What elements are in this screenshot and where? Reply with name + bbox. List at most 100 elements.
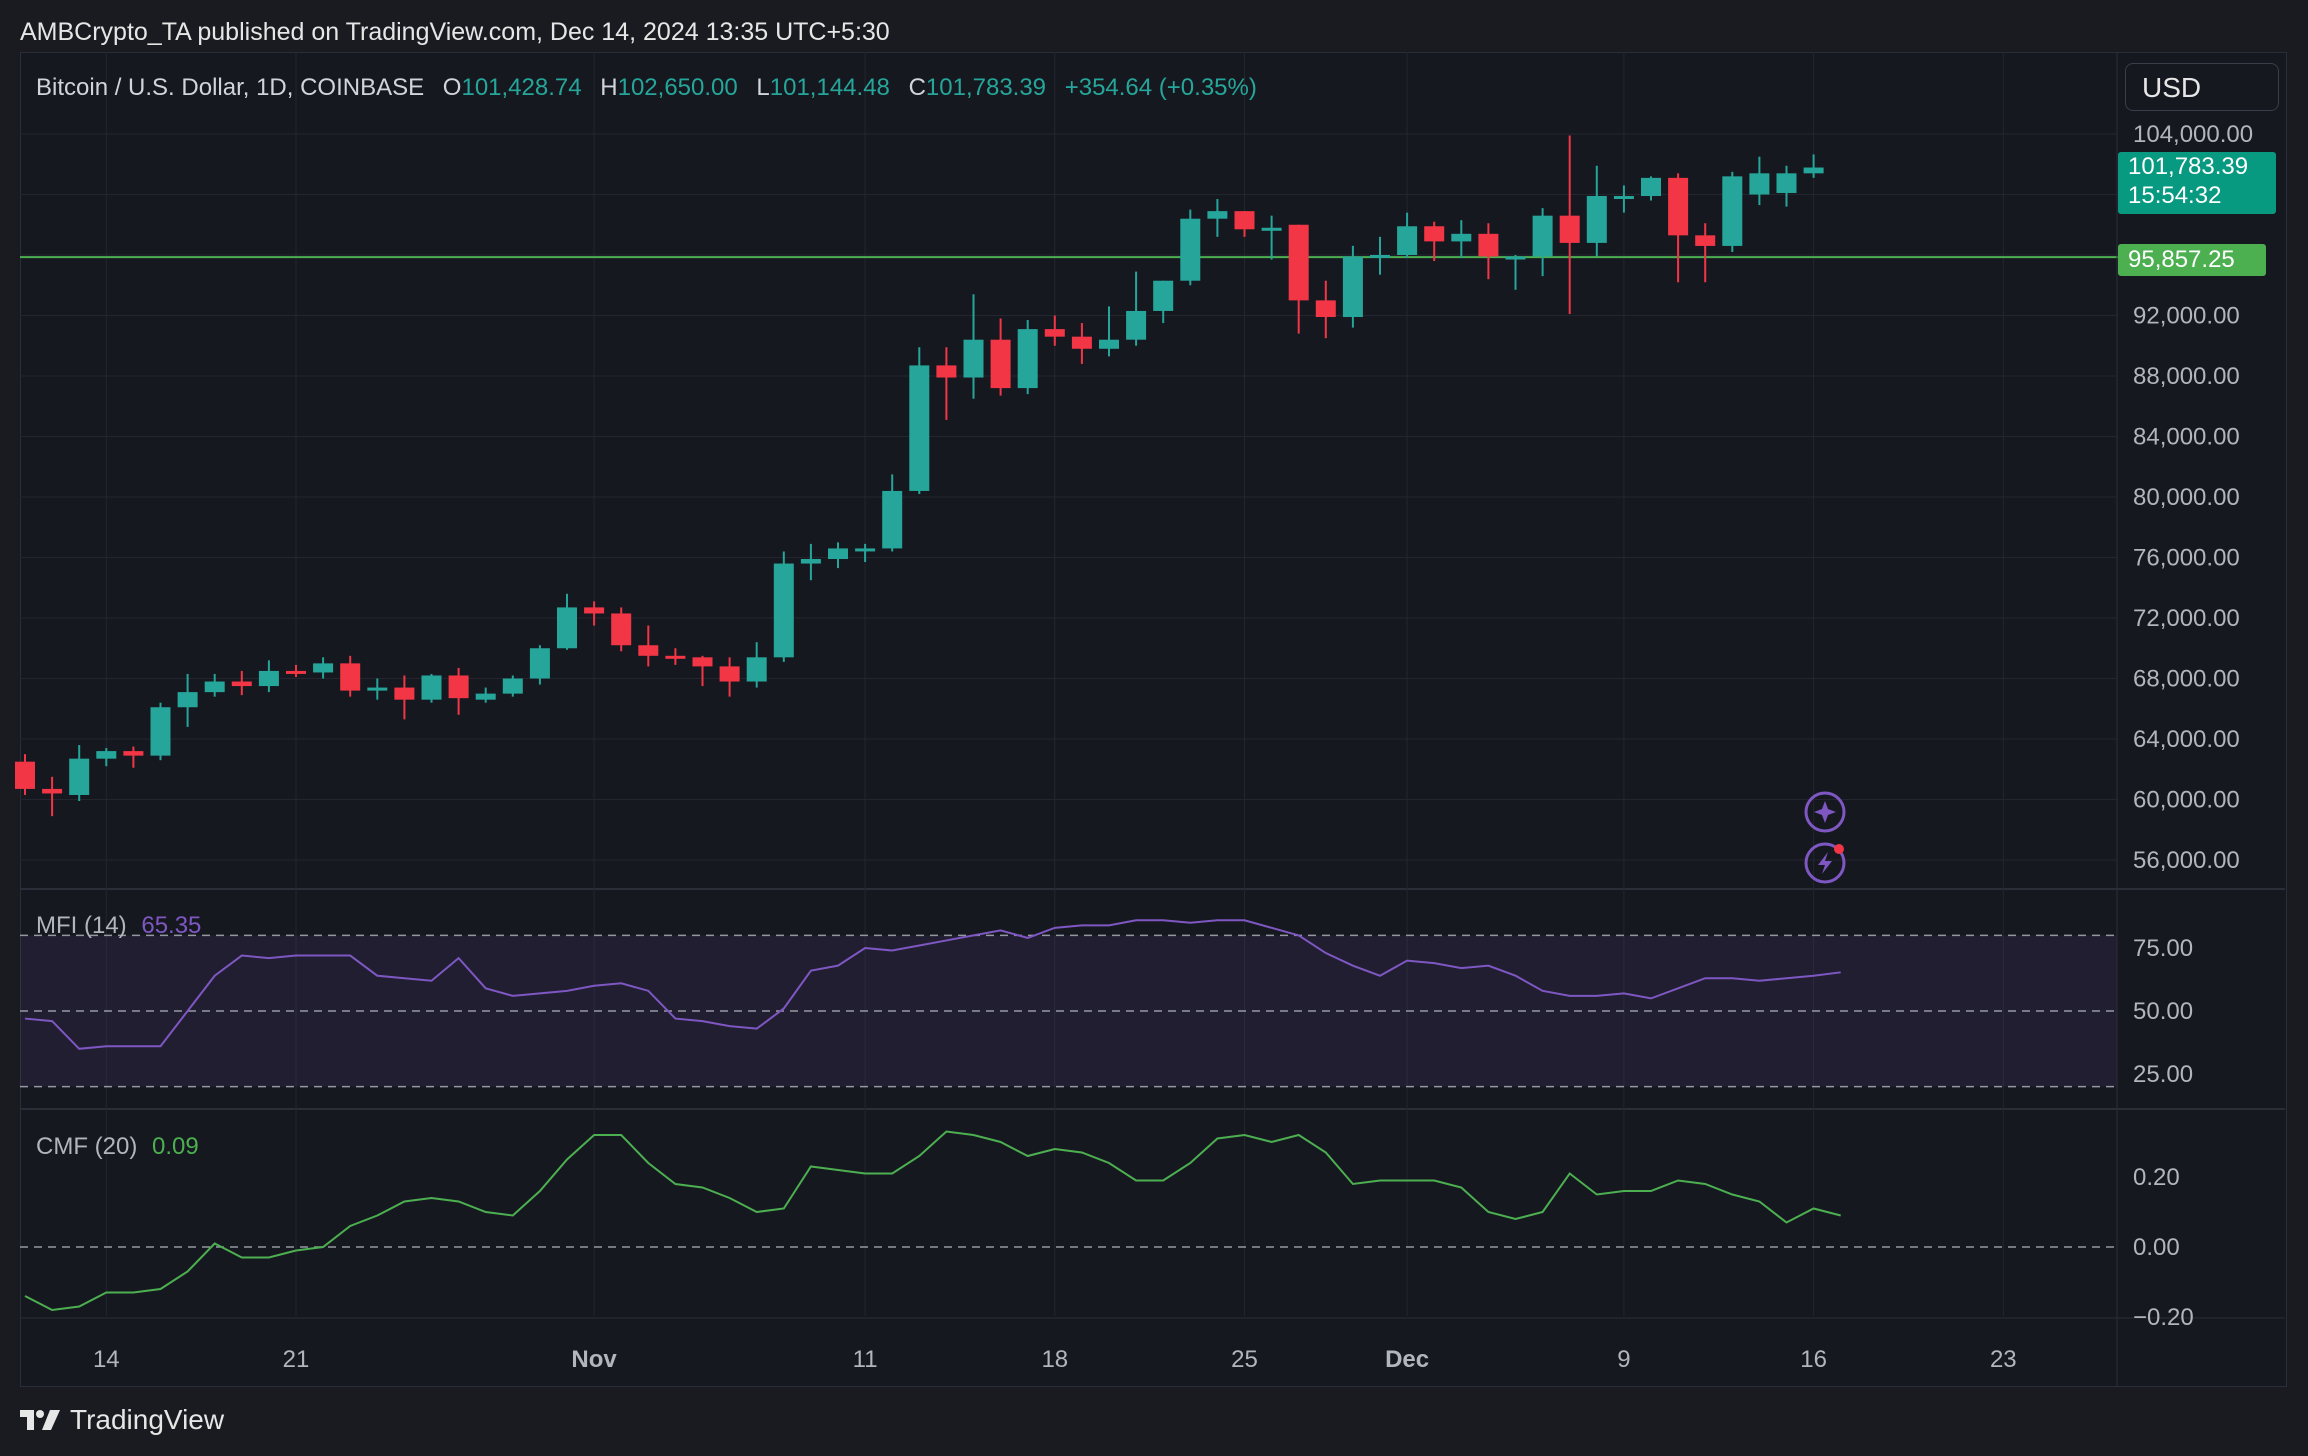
candle-body: [1044, 329, 1065, 337]
low-label: L: [756, 74, 770, 101]
cmf-legend[interactable]: CMF (20) 0.09: [36, 1133, 199, 1161]
close-label: C: [908, 74, 926, 101]
mfi-legend[interactable]: MFI (14) 65.35: [36, 912, 201, 940]
symbol-header: Bitcoin / U.S. Dollar, 1D, COINBASE O101…: [36, 74, 1257, 102]
candle-body: [1532, 215, 1553, 257]
level-price-tag: 95,857.25: [2118, 244, 2266, 276]
candle: [258, 660, 279, 693]
candle-body: [1424, 226, 1445, 242]
candle: [1586, 165, 1607, 257]
candle-body: [1722, 176, 1743, 246]
candle-body: [177, 692, 198, 708]
candle: [1722, 171, 1743, 252]
candle: [1342, 245, 1363, 328]
candle-body: [1397, 226, 1418, 255]
low-value: 101,144.48: [769, 74, 890, 101]
candle: [1099, 306, 1119, 357]
price-axis-label: 92,000.00: [2133, 303, 2240, 330]
candle-body: [638, 645, 659, 656]
candle-body: [692, 657, 713, 667]
price-axis-label: 72,000.00: [2133, 605, 2240, 632]
candle-body: [204, 681, 225, 693]
candle: [1776, 165, 1797, 207]
last-price-value: 101,783.39: [2128, 153, 2249, 180]
candle: [394, 675, 415, 720]
price-axis-label: 84,000.00: [2133, 424, 2240, 451]
candle: [1288, 224, 1309, 334]
candle: [882, 474, 903, 552]
candle: [1234, 211, 1255, 237]
candle: [177, 673, 198, 727]
candle-body: [1668, 177, 1689, 236]
candle: [1180, 209, 1201, 286]
price-axis-label: 68,000.00: [2133, 666, 2240, 693]
candle-body: [1478, 233, 1499, 257]
candle-body: [1695, 235, 1716, 246]
candle-body: [665, 655, 686, 659]
candle: [150, 702, 171, 761]
candle-body: [502, 678, 523, 694]
candle: [1207, 199, 1228, 237]
candle-body: [1017, 329, 1038, 389]
candle: [313, 657, 334, 679]
price-axis-label: 88,000.00: [2133, 363, 2240, 390]
candle: [773, 551, 794, 662]
candle-body: [231, 681, 252, 687]
candle: [1505, 255, 1526, 290]
candle-body: [69, 758, 90, 795]
candle: [855, 543, 876, 563]
candle: [1532, 208, 1553, 277]
x-tick-label: 23: [1990, 1346, 2017, 1373]
candle-body: [719, 666, 740, 682]
candle-body: [936, 365, 957, 378]
candle: [719, 657, 740, 697]
candle: [231, 670, 252, 696]
candle-body: [367, 687, 388, 691]
candle-body: [1071, 336, 1092, 349]
candle-body: [1099, 339, 1119, 349]
candle-body: [1288, 224, 1309, 301]
candle-body: [1315, 300, 1336, 318]
candle: [665, 648, 686, 665]
lightning-icon-bolt: [1818, 852, 1832, 874]
candle-body: [421, 675, 442, 700]
candle: [15, 754, 35, 795]
candle: [42, 776, 63, 817]
symbol-title[interactable]: Bitcoin / U.S. Dollar, 1D, COINBASE: [36, 74, 424, 101]
x-tick-label: Dec: [1385, 1346, 1429, 1373]
tradingview-footer[interactable]: TradingView: [20, 1404, 224, 1436]
high-value: 102,650.00: [617, 74, 738, 101]
candle: [1749, 156, 1770, 206]
candle: [1126, 271, 1147, 346]
candle-body: [1153, 280, 1174, 311]
candle: [340, 655, 361, 697]
sparkle-icon-star: [1814, 801, 1836, 823]
candle: [909, 347, 930, 494]
candle: [96, 748, 117, 767]
currency-button[interactable]: USD: [2125, 63, 2279, 111]
cmf-axis-label: 0.20: [2133, 1164, 2180, 1191]
high-label: H: [600, 74, 618, 101]
candle: [1613, 185, 1634, 213]
candle: [1451, 220, 1472, 259]
candle: [475, 687, 496, 703]
candle: [1261, 215, 1282, 260]
candle: [828, 542, 848, 569]
candle: [1017, 320, 1038, 395]
candle-body: [584, 607, 605, 614]
candle: [963, 294, 984, 399]
candle-body: [1180, 218, 1201, 281]
candle-body: [557, 607, 577, 649]
chart-canvas[interactable]: 14 21 Nov 11 18 25 Dec 9 16 23 104,000.00 92,000.00…: [0, 0, 2308, 1456]
candle: [746, 642, 767, 688]
price-axis-label: 76,000.00: [2133, 545, 2240, 572]
price-axis-label: 104,000.00: [2133, 121, 2253, 148]
candle: [421, 673, 442, 703]
candle: [1370, 236, 1390, 275]
candle-body: [1586, 196, 1607, 243]
price-axis-label: 60,000.00: [2133, 787, 2240, 814]
x-tick-label: 25: [1231, 1346, 1258, 1373]
price-axis-label: 56,000.00: [2133, 847, 2240, 874]
mfi-axis-label: 25.00: [2133, 1061, 2193, 1088]
x-tick-label: 14: [93, 1346, 120, 1373]
